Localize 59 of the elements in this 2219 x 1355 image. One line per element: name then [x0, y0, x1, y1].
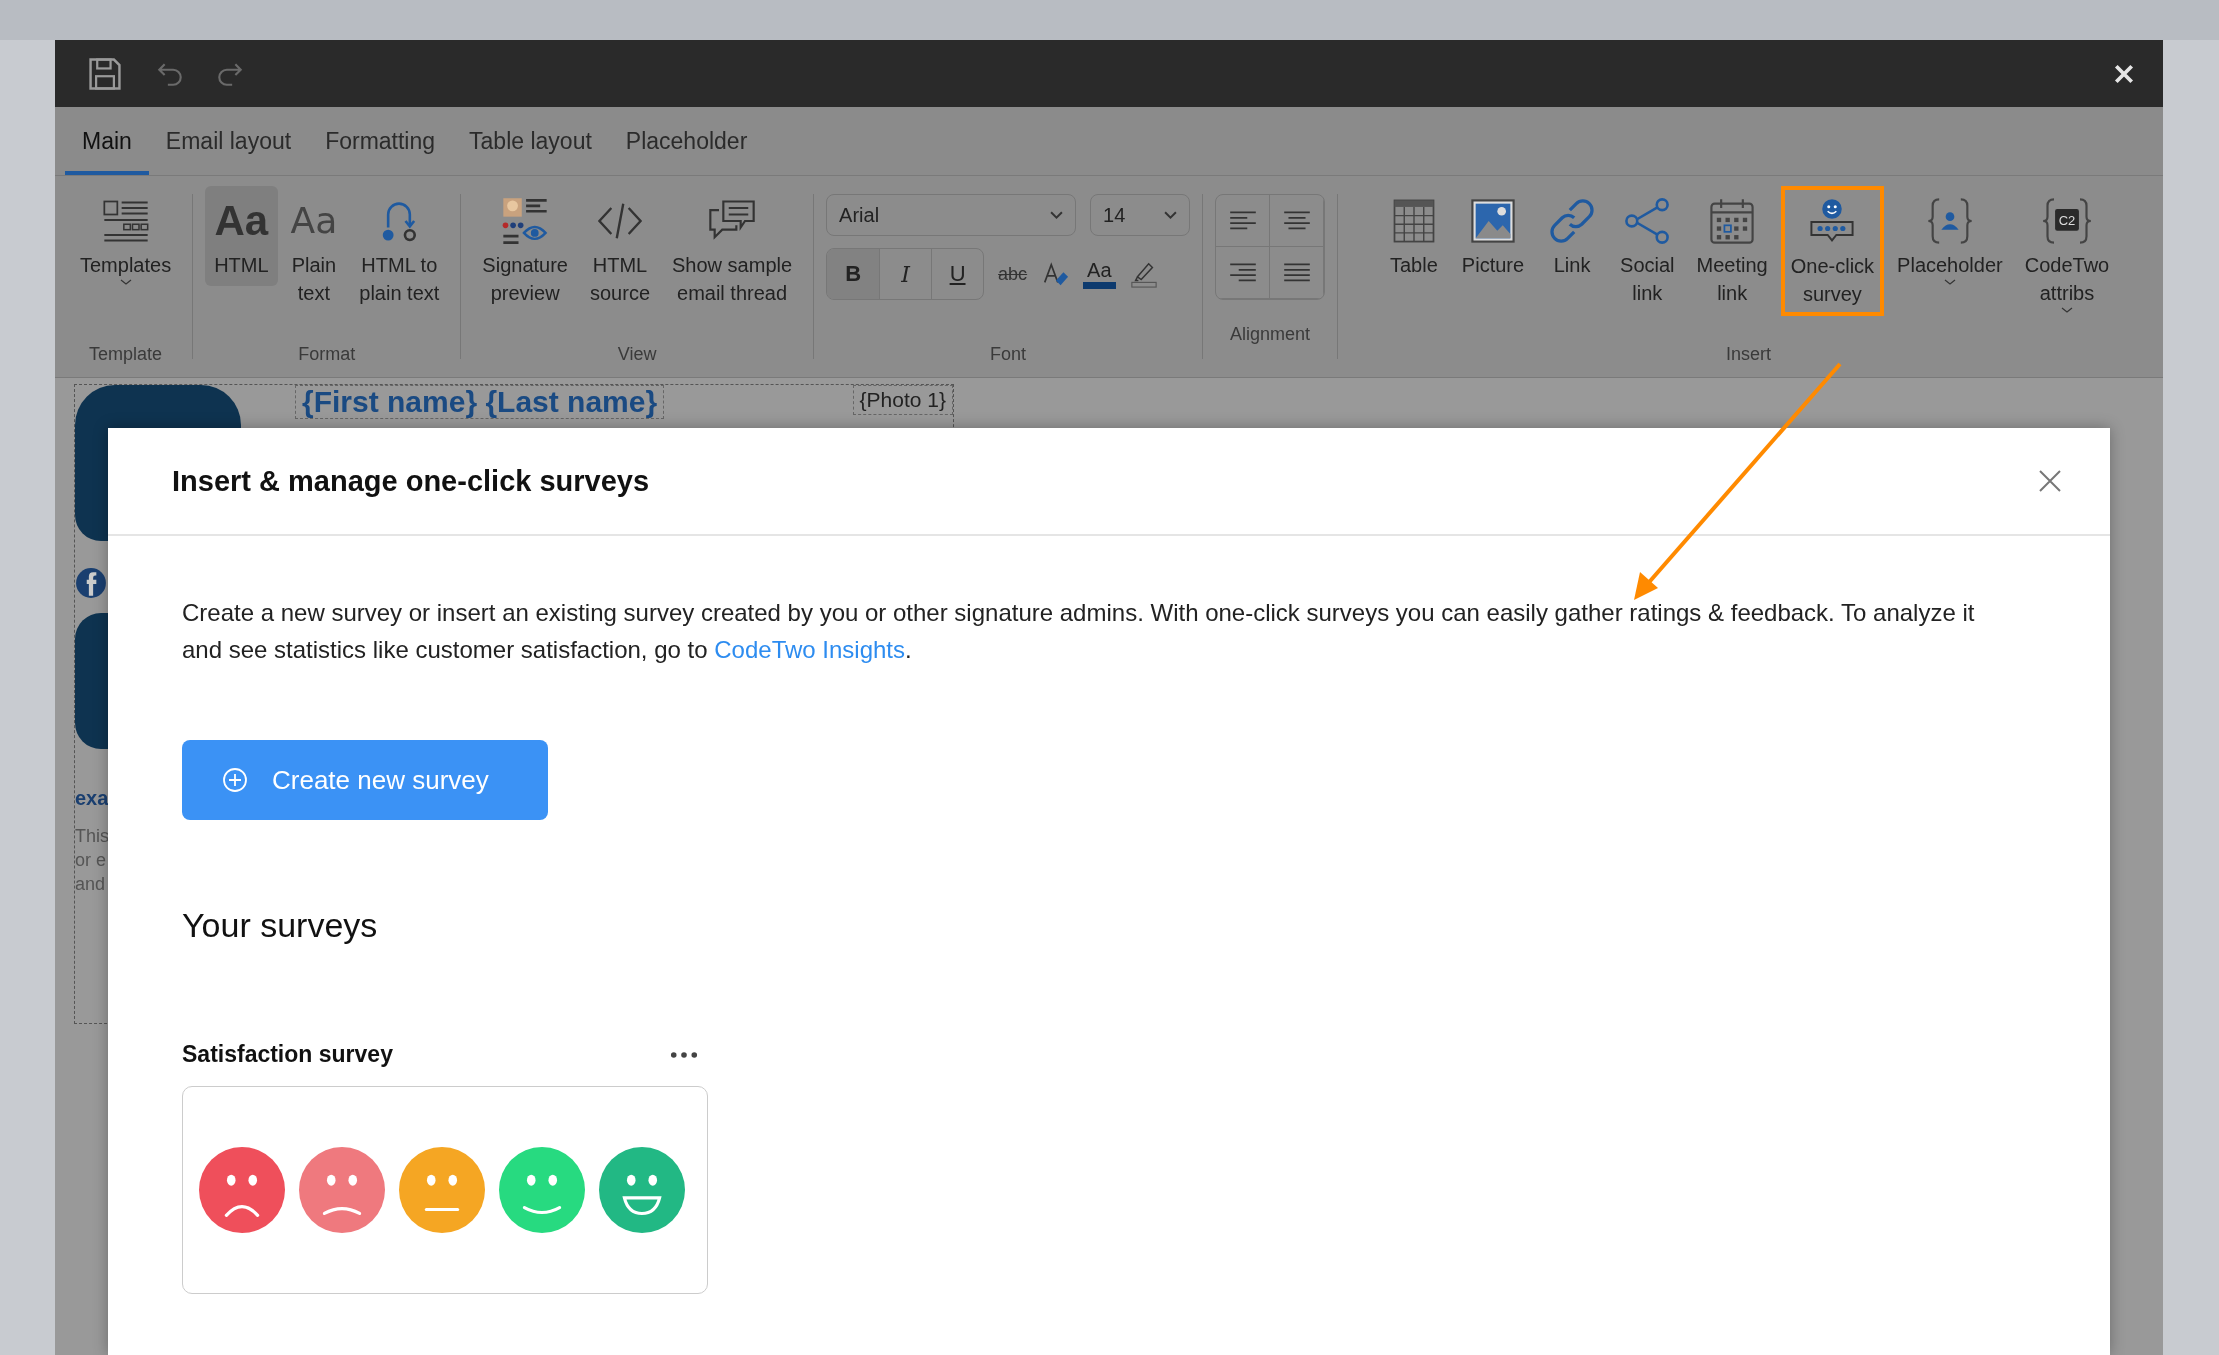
insights-link[interactable]: CodeTwo Insights [714, 636, 906, 663]
description-text: Create a new survey or insert an existing survey created by you or other signature admins. With one-click surveys you can easily gather ratings & feedback. To analyze it and see statistics like customer satisfaction, go to CodeTwo Insights. [182, 598, 1976, 665]
link-button[interactable]: Link [1537, 186, 1608, 286]
social-icon [75, 567, 107, 599]
plus-icon [222, 767, 248, 793]
disclaimer-text: or e [75, 849, 108, 872]
html-source-button[interactable]: HTML source [581, 186, 659, 314]
caret-icon [2060, 307, 2073, 313]
face-icon[interactable] [299, 1147, 385, 1233]
italic-button[interactable]: I [879, 249, 932, 299]
plain-text-button[interactable]: Aa Plain text [281, 186, 347, 314]
clear-format-icon[interactable] [1041, 260, 1070, 288]
one-click-survey-button[interactable]: One-click survey [1780, 186, 1885, 316]
ribbon-tab[interactable]: Table layout [452, 107, 609, 175]
font-size-dropdown[interactable]: 14 [1090, 194, 1191, 236]
disclaimer-text: This [75, 825, 109, 848]
email-thread-button[interactable]: Show sample email thread [663, 186, 802, 314]
table-button[interactable]: Table [1378, 186, 1449, 286]
font-family-dropdown[interactable]: Arial [826, 194, 1077, 236]
caret-icon [1050, 210, 1064, 220]
highlight-icon[interactable] [1129, 260, 1158, 288]
face-icon[interactable] [599, 1147, 685, 1233]
ribbon-tab[interactable]: Email layout [148, 107, 309, 175]
disclaimer-text: and [75, 873, 107, 896]
placeholder-button[interactable]: Placeholder [1888, 186, 2012, 292]
ribbon-tab[interactable]: Formatting [308, 107, 453, 175]
strikethrough-button[interactable]: abc [998, 263, 1028, 285]
group-label: Insert [1726, 344, 1772, 366]
more-icon[interactable] [670, 1050, 698, 1059]
signature-preview-button[interactable]: Signature preview [473, 186, 577, 314]
align-left-button[interactable] [1216, 195, 1271, 247]
templates-button[interactable]: Templates [71, 186, 181, 292]
group-label: Template [89, 344, 163, 366]
convert-button[interactable]: HTML to plain text [350, 186, 449, 314]
company-name: exa [75, 787, 109, 810]
create-survey-button[interactable]: Create new survey [182, 740, 548, 820]
social-link-button[interactable]: Social link [1611, 186, 1684, 314]
photo-placeholder-field[interactable]: {Photo 1} [852, 385, 953, 415]
group-label: Alignment [1230, 324, 1311, 346]
bold-button[interactable]: B [827, 249, 880, 299]
caret-icon [1943, 279, 1956, 285]
html-button[interactable]: Aa HTML [205, 186, 278, 286]
face-icon[interactable] [199, 1147, 285, 1233]
ribbon-tab[interactable]: Placeholder [608, 107, 765, 175]
attributes-button[interactable]: C2 CodeTwo attribs [2015, 186, 2119, 320]
picture-button[interactable]: Picture [1452, 186, 1534, 286]
caret-icon [1164, 210, 1178, 220]
section-heading: Your surveys [182, 906, 378, 945]
justify-button[interactable] [1270, 247, 1325, 299]
survey-title: Satisfaction survey [182, 1041, 393, 1068]
name-placeholder-field[interactable]: {First name} {Last name} [295, 385, 665, 419]
group-label: Format [298, 344, 356, 366]
meeting-link-button[interactable]: Meeting link [1687, 186, 1777, 314]
underline-button[interactable]: U [931, 249, 984, 299]
dialog-title: Insert & manage one-click surveys [172, 464, 650, 498]
font-color-button[interactable]: Aa [1083, 259, 1116, 289]
group-label: Font [990, 344, 1027, 366]
group-label: View [617, 344, 657, 366]
caret-icon [119, 279, 132, 285]
